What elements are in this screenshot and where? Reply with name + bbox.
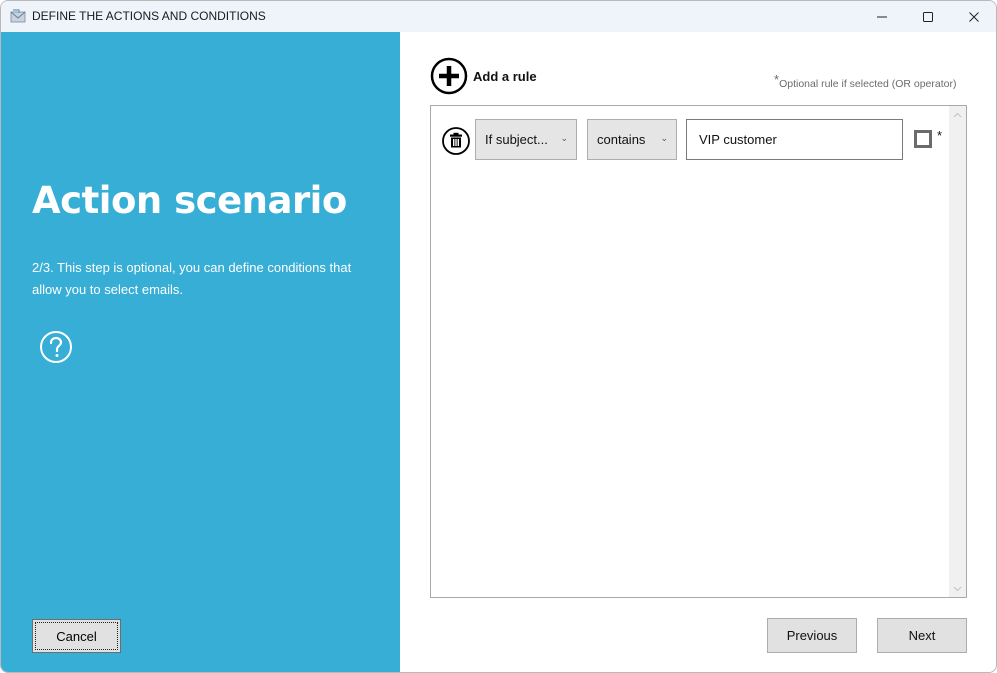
next-button[interactable]: Next (877, 618, 967, 653)
optional-rule-marker: * (937, 128, 943, 143)
question-circle-icon[interactable] (39, 330, 73, 364)
previous-button[interactable]: Previous (767, 618, 857, 653)
rule-field-value: If subject... (485, 132, 548, 147)
cancel-button[interactable]: Cancel (32, 619, 121, 653)
title-bar: DEFINE THE ACTIONS AND CONDITIONS (1, 1, 996, 32)
maximize-icon (923, 11, 933, 22)
close-icon (969, 11, 979, 22)
rule-operator-select[interactable]: contains ⌄ (587, 119, 677, 160)
dialog-window: DEFINE THE ACTIONS AND CONDITIONS Action… (0, 0, 997, 673)
rule-field-select[interactable]: If subject... ⌄ (475, 119, 577, 160)
page-title: Action scenario (32, 179, 347, 222)
rule-operator-value: contains (597, 132, 646, 147)
minimize-icon (877, 16, 887, 17)
add-rule-label: Add a rule (473, 68, 537, 84)
close-button[interactable] (951, 1, 996, 32)
optional-rule-checkbox[interactable] (914, 130, 932, 148)
optional-note-text: Optional rule if selected (OR operator) (779, 78, 957, 90)
scroll-up-button[interactable] (949, 106, 966, 123)
maximize-button[interactable] (905, 1, 951, 32)
minimize-button[interactable] (859, 1, 905, 32)
trash-icon[interactable] (442, 127, 470, 155)
chevron-up-icon (953, 112, 962, 117)
optional-rule-note: *Optional rule if selected (OR operator) (774, 72, 957, 90)
plus-circle-icon (430, 57, 468, 95)
scroll-down-button[interactable] (949, 580, 966, 597)
chevron-down-icon: ⌄ (660, 133, 668, 143)
optional-note-star: * (774, 72, 780, 87)
chevron-down-icon: ⌄ (560, 133, 568, 143)
rules-list: If subject... ⌄ contains ⌄ * (430, 105, 967, 598)
chevron-down-icon (953, 586, 962, 591)
envelope-app-icon (10, 9, 26, 23)
info-panel: Action scenario 2/3. This step is option… (1, 32, 400, 672)
rule-row: If subject... ⌄ contains ⌄ * (431, 106, 966, 166)
add-rule-button[interactable]: Add a rule (430, 57, 537, 95)
rule-value-input[interactable] (686, 119, 903, 160)
step-description: 2/3. This step is optional, you can defi… (32, 260, 352, 297)
window-title: DEFINE THE ACTIONS AND CONDITIONS (32, 9, 266, 23)
vertical-scrollbar[interactable] (949, 106, 966, 597)
